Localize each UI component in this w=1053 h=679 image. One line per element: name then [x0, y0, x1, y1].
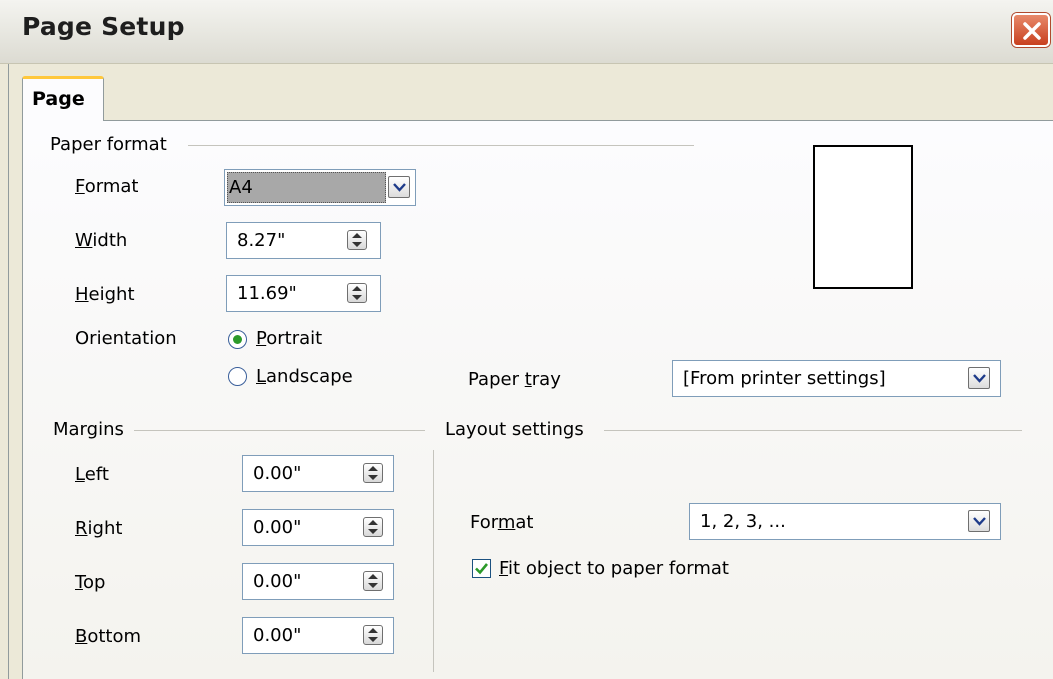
left-margin-label: Left [75, 464, 109, 485]
portrait-label[interactable]: Portrait [256, 328, 322, 349]
fit-object-checkbox[interactable] [472, 559, 491, 578]
paper-tray-value: [From printer settings] [683, 368, 886, 389]
height-value: 11.69" [237, 283, 297, 304]
width-spin-button[interactable] [347, 230, 367, 250]
top-margin-label: Top [75, 572, 106, 593]
left-margin-spin-button[interactable] [363, 463, 383, 483]
width-field[interactable]: 8.27" [226, 222, 381, 259]
top-margin-spin-button[interactable] [363, 571, 383, 591]
title-bar: Page Setup [0, 0, 1053, 64]
right-margin-value: 0.00" [253, 517, 302, 538]
tab-page[interactable]: Page [22, 76, 104, 121]
right-margin-field[interactable]: 0.00" [242, 509, 394, 546]
height-label: Height [75, 284, 135, 305]
left-margin-value: 0.00" [253, 463, 302, 484]
bottom-margin-field[interactable]: 0.00" [242, 617, 394, 654]
close-button[interactable] [1012, 13, 1050, 47]
top-margin-field[interactable]: 0.00" [242, 563, 394, 600]
fit-object-label[interactable]: Fit object to paper format [499, 558, 729, 579]
orientation-label: Orientation [75, 328, 177, 349]
height-spin-button[interactable] [347, 283, 367, 303]
margins-heading: Margins [53, 419, 124, 440]
width-value: 8.27" [237, 230, 286, 251]
format-dropdown[interactable]: A4 [224, 169, 416, 206]
right-margin-label: Right [75, 518, 123, 539]
spin-arrows-icon [368, 466, 378, 480]
format-label: Format [75, 176, 139, 197]
margins-divider [134, 430, 425, 431]
left-margin-field[interactable]: 0.00" [242, 455, 394, 492]
bottom-margin-value: 0.00" [253, 625, 302, 646]
paper-tray-dropdown[interactable]: [From printer settings] [672, 360, 1001, 397]
spin-arrows-icon [368, 628, 378, 642]
layout-settings-heading: Layout settings [445, 419, 584, 440]
dialog-left-edge [8, 64, 9, 679]
window-title: Page Setup [22, 12, 185, 41]
paper-tray-label: Paper tray [468, 369, 561, 390]
width-label: Width [75, 230, 128, 251]
landscape-radio[interactable] [228, 367, 247, 386]
layout-format-label: Format [470, 512, 534, 533]
bottom-margin-spin-button[interactable] [363, 625, 383, 645]
spin-arrows-icon [368, 520, 378, 534]
close-icon [1023, 22, 1041, 40]
tab-page-label: Page [32, 88, 85, 110]
layout-format-dropdown[interactable]: 1, 2, 3, ... [689, 503, 1001, 540]
height-field[interactable]: 11.69" [226, 275, 381, 312]
format-dropdown-button[interactable] [388, 176, 410, 198]
spin-arrows-icon [352, 286, 362, 300]
spin-arrows-icon [368, 574, 378, 588]
right-margin-spin-button[interactable] [363, 517, 383, 537]
checkmark-icon [475, 563, 489, 575]
paper-format-divider [188, 145, 694, 146]
layout-format-dropdown-button[interactable] [968, 510, 990, 532]
layout-settings-divider [604, 430, 1022, 431]
page-preview [813, 145, 913, 289]
top-margin-value: 0.00" [253, 571, 302, 592]
radio-selected-dot [233, 335, 242, 344]
paper-format-heading: Paper format [50, 134, 167, 155]
format-value: A4 [229, 177, 253, 198]
chevron-down-icon [973, 374, 986, 383]
portrait-radio[interactable] [228, 330, 247, 349]
layout-format-value: 1, 2, 3, ... [700, 511, 786, 532]
section-separator [433, 450, 434, 672]
landscape-label[interactable]: Landscape [256, 366, 353, 387]
chevron-down-icon [393, 183, 406, 192]
paper-tray-dropdown-button[interactable] [968, 367, 990, 389]
spin-arrows-icon [352, 233, 362, 247]
bottom-margin-label: Bottom [75, 626, 142, 647]
chevron-down-icon [973, 517, 986, 526]
